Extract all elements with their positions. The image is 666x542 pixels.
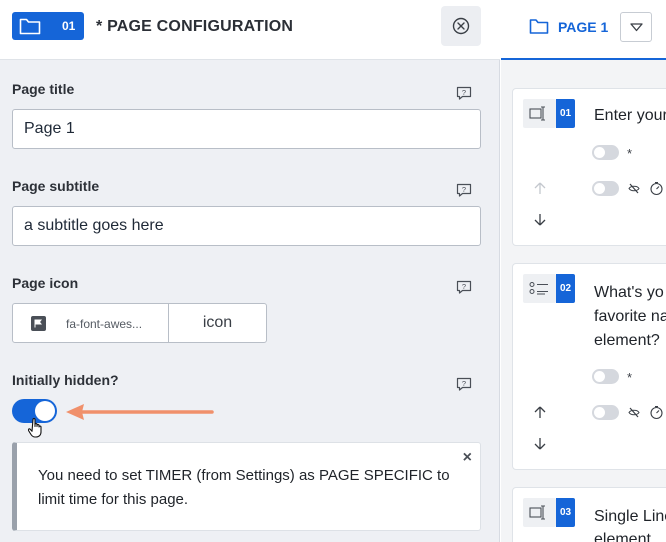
page-number: 01 [62,19,76,33]
timer-info-note: You need to set TIMER (from Settings) as… [12,442,481,531]
page-subtitle-input[interactable]: a subtitle goes here [12,206,481,246]
question-text-line: element [594,531,651,542]
note-close-button[interactable]: × [463,449,472,467]
question-card[interactable]: 01 Enter your * [512,88,666,246]
question-number: 03 [556,498,575,527]
required-toggle[interactable] [592,145,619,160]
hidden-toggle[interactable] [592,181,619,196]
svg-text:?: ? [462,185,466,194]
help-icon[interactable]: ? [456,183,472,197]
timer-icon [650,181,663,196]
question-text: Enter your [594,107,666,124]
svg-text:?: ? [462,88,466,97]
required-toggle[interactable] [592,369,619,384]
page-title-input[interactable]: Page 1 [12,109,481,149]
close-circle-icon [452,17,470,35]
panel-header: 01 * PAGE CONFIGURATION [0,0,500,60]
annotation-arrow-icon [66,404,214,420]
text-input-icon [529,505,545,520]
move-down-icon[interactable] [533,437,547,451]
choose-icon-button[interactable]: icon [169,304,266,342]
required-marker: * [627,370,633,385]
required-marker: * [627,146,633,161]
list-icon [529,282,548,295]
page-tab[interactable]: PAGE 1 [501,0,666,60]
question-type-badge [523,498,556,527]
timer-icon [650,405,663,420]
text-input-icon [529,106,545,121]
initially-hidden-label: Initially hidden? [12,372,119,388]
question-text-line: favorite na [594,308,666,325]
help-icon[interactable]: ? [456,377,472,391]
icon-name-text: fa-font-awes... [66,317,143,331]
page-title-label: Page title [12,81,75,97]
question-text-line: What's yo [594,284,664,301]
question-text-line: Single Line [594,508,666,525]
hidden-toggle[interactable] [592,405,619,420]
page-subtitle-label: Page subtitle [12,178,100,194]
page-tab-label: PAGE 1 [558,19,609,35]
eye-slash-icon [628,407,640,418]
svg-text:?: ? [462,379,466,388]
help-icon[interactable]: ? [456,86,472,100]
question-card[interactable]: 03 Single Line element [512,487,666,542]
question-number: 02 [556,274,575,303]
page-dropdown-button[interactable] [620,12,652,42]
question-card[interactable]: 02 What's yo favorite na element? * [512,263,666,470]
question-type-badge [523,99,556,128]
page-badge: 01 [12,12,84,40]
question-text-line: element? [594,332,660,349]
eye-slash-icon [628,183,640,194]
flag-icon [31,316,46,331]
page-preview-panel: PAGE 1 01 Enter your * 02 What's yo favo… [501,0,666,542]
move-up-icon[interactable] [533,181,547,195]
chevron-down-icon [629,22,643,31]
move-up-icon[interactable] [533,405,547,419]
page-icon-label: Page icon [12,275,79,291]
svg-text:?: ? [462,282,466,291]
hand-cursor-icon [28,417,42,438]
folder-icon [19,18,41,35]
page-icon-picker[interactable]: fa-font-awes... icon [12,303,267,343]
folder-icon [529,19,549,34]
page-configuration-panel: 01 * PAGE CONFIGURATION Page title ? Pag… [0,0,500,542]
panel-title: * PAGE CONFIGURATION [96,18,294,35]
close-button[interactable] [441,6,481,46]
help-icon[interactable]: ? [456,280,472,294]
note-text: You need to set TIMER (from Settings) as… [38,467,450,508]
question-number: 01 [556,99,575,128]
question-type-badge [523,274,556,303]
move-down-icon[interactable] [533,213,547,227]
